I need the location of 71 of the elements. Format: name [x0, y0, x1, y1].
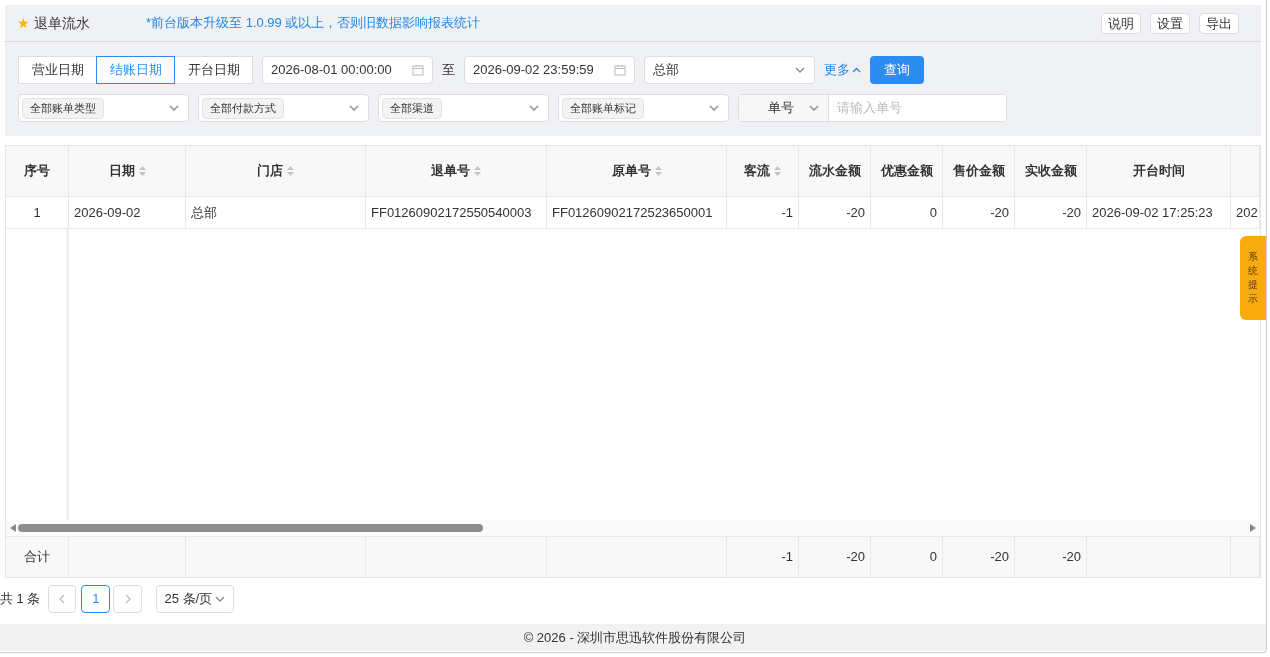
- total-count: 共 1 条: [0, 589, 41, 608]
- filter-select[interactable]: 全部账单类型: [18, 94, 189, 122]
- sort-icon[interactable]: [654, 166, 662, 176]
- total-cell-text: -20: [846, 548, 865, 567]
- end-date-field[interactable]: 2026-09-02 23:59:59: [464, 56, 635, 84]
- select-tag: 全部渠道: [382, 97, 442, 119]
- column-header[interactable]: 门店: [186, 146, 366, 196]
- table-cell: FF01260902172550540003: [366, 197, 547, 228]
- filter-select[interactable]: 全部账单标记: [558, 94, 729, 122]
- copyright: © 2026 - 深圳市思迅软件股份有限公司: [523, 628, 747, 647]
- table-cell: 总部: [186, 197, 366, 228]
- upgrade-notice: *前台版本升级至 1.0.99 或以上，否则旧数据影响报表统计: [146, 14, 481, 33]
- table-cell: 2026-09-02 17:25:23: [1087, 197, 1231, 228]
- page-title: 退单流水: [34, 13, 91, 33]
- total-cell-text: -1: [781, 548, 793, 567]
- number-type-select[interactable]: 单号: [739, 95, 829, 121]
- calendar-icon: [614, 64, 626, 76]
- filter-select[interactable]: 全部付款方式: [198, 94, 369, 122]
- total-cell-text: 合计: [24, 548, 50, 567]
- total-cell-text: -20: [1062, 548, 1081, 567]
- sort-icon[interactable]: [774, 166, 781, 176]
- start-date-field[interactable]: 2026-08-01 00:00:00: [262, 56, 433, 84]
- column-header: 开台时间: [1087, 146, 1231, 196]
- system-tip-tab[interactable]: 系统提示: [1240, 236, 1266, 320]
- prev-page-button[interactable]: [48, 584, 77, 613]
- table-cell: -1: [727, 197, 799, 228]
- date-type-tab[interactable]: 开台日期: [174, 56, 253, 84]
- column-header: 流水金额: [799, 146, 871, 196]
- column-header[interactable]: 客流: [727, 146, 799, 196]
- column-header: 实收金额: [1015, 146, 1087, 196]
- table-cell: -20: [1015, 197, 1087, 228]
- calendar-icon: [412, 64, 424, 76]
- number-search-field[interactable]: 单号 请输入单号: [738, 94, 1007, 122]
- scrollbar-thumb[interactable]: [18, 524, 483, 532]
- column-header[interactable]: 退单号: [366, 146, 547, 196]
- table-cell: 202: [1231, 197, 1260, 228]
- store-select[interactable]: 总部: [644, 56, 815, 84]
- range-separator: 至: [442, 61, 455, 80]
- sort-icon[interactable]: [287, 166, 294, 176]
- select-tag: 全部付款方式: [202, 97, 284, 119]
- chevron-up-icon: [852, 65, 861, 75]
- column-header[interactable]: 原单号: [547, 146, 727, 196]
- star-icon: ★: [17, 12, 30, 34]
- page-size-select[interactable]: 25 条/页: [156, 584, 235, 613]
- column-header: 序号: [6, 146, 69, 196]
- sort-icon[interactable]: [474, 166, 481, 176]
- column-header: 优惠金额: [871, 146, 943, 196]
- table-cell: 1: [6, 197, 69, 228]
- sort-icon[interactable]: [138, 166, 146, 176]
- header-button[interactable]: 导出: [1199, 12, 1239, 34]
- chevron-left-icon: [58, 593, 67, 604]
- table-cell: -20: [943, 197, 1015, 228]
- column-header: 售价金额: [943, 146, 1015, 196]
- header-button[interactable]: 设置: [1150, 12, 1190, 34]
- table-cell: -20: [799, 197, 871, 228]
- table-cell: 2026-09-02: [69, 197, 186, 228]
- total-cell-text: -20: [990, 548, 1009, 567]
- select-tag: 全部账单标记: [562, 97, 644, 119]
- date-type-tab[interactable]: 营业日期: [18, 56, 97, 84]
- total-cell-text: 0: [929, 548, 937, 567]
- filter-select[interactable]: 全部渠道: [378, 94, 549, 122]
- date-type-tab[interactable]: 结账日期: [96, 56, 175, 84]
- scroll-left-icon[interactable]: [10, 524, 16, 532]
- chevron-right-icon: [123, 593, 132, 604]
- scroll-right-icon[interactable]: [1250, 524, 1256, 532]
- header-button[interactable]: 说明: [1101, 12, 1141, 34]
- table-cell: 0: [871, 197, 943, 228]
- column-header[interactable]: 日期: [69, 146, 186, 196]
- select-tag: 全部账单类型: [22, 97, 104, 119]
- next-page-button[interactable]: [113, 584, 143, 613]
- table-cell: FF01260902172523650001: [547, 197, 727, 228]
